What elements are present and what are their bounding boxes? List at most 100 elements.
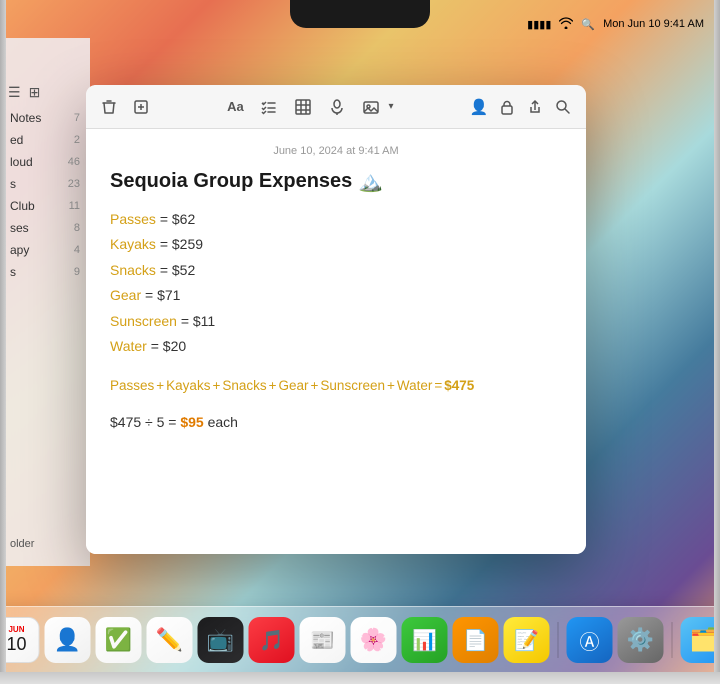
dock-app-appstore[interactable]: Ⓐ <box>567 617 613 663</box>
sidebar-grid-icon[interactable]: ⊞ <box>29 84 41 101</box>
dock-divider <box>558 622 559 658</box>
wifi-icon <box>559 17 573 32</box>
per-person-formula: $475 ÷ 5 = <box>110 414 180 430</box>
reminders-icon: ✅ <box>105 627 132 653</box>
sidebar-toggle-icon[interactable]: ☰ <box>8 84 21 101</box>
numbers-icon: 📊 <box>412 628 437 653</box>
expense-value-snacks: = $52 <box>160 262 195 278</box>
dock-app-numbers[interactable]: 📊 <box>402 617 448 663</box>
eq-gear: Gear <box>279 375 309 398</box>
expense-gear: Gear = $71 <box>110 284 562 306</box>
tv-icon: 📺 <box>207 627 234 653</box>
dock-app-news[interactable]: 📰 <box>300 617 346 663</box>
expense-snacks: Snacks = $52 <box>110 259 562 281</box>
sidebar-item-apy[interactable]: apy 4 <box>0 239 90 261</box>
eq-passes: Passes <box>110 375 154 398</box>
notes-toolbar: Aa <box>86 85 586 129</box>
search-note-button[interactable] <box>554 98 572 116</box>
dock-app-reminders[interactable]: ✅ <box>96 617 142 663</box>
expense-value-sunscreen: = $11 <box>181 313 215 329</box>
dock-app-photos[interactable]: 🌸 <box>351 617 397 663</box>
eq-snacks: Snacks <box>222 375 266 398</box>
eq-op2: + <box>212 375 220 398</box>
dock-app-contacts[interactable]: 👤 <box>45 617 91 663</box>
sidebar: ☰ ⊞ Notes 7 ed 2 loud 46 s 23 Club 11 se… <box>0 38 90 566</box>
dock-app-music[interactable]: 🎵 <box>249 617 295 663</box>
photo-button[interactable] <box>362 98 380 116</box>
lock-button[interactable] <box>498 98 516 116</box>
total-equation: Passes + Kayaks + Snacks + Gear + Sunscr… <box>110 375 562 398</box>
format-text-button[interactable]: Aa <box>226 98 244 116</box>
sidebar-item-label: ses <box>10 221 29 235</box>
music-icon: 🎵 <box>259 628 284 653</box>
table-button[interactable] <box>294 98 312 116</box>
battery-icon: ▮▮▮▮ <box>527 18 551 31</box>
sidebar-item-notes[interactable]: Notes 7 <box>0 107 90 129</box>
expense-list: Passes = $62 Kayaks = $259 Snacks = $52 … <box>110 208 562 357</box>
sidebar-item-ses[interactable]: ses 8 <box>0 217 90 239</box>
per-person-suffix: each <box>208 414 238 430</box>
sidebar-item-count: 46 <box>68 156 80 168</box>
expense-value-passes: = $62 <box>160 211 195 227</box>
sidebar-item-label: loud <box>10 155 33 169</box>
toolbar-left <box>100 98 150 116</box>
delete-note-button[interactable] <box>100 98 118 116</box>
dock-app-pages[interactable]: 📄 <box>453 617 499 663</box>
checklist-button[interactable] <box>260 98 278 116</box>
eq-kayaks: Kayaks <box>166 375 210 398</box>
notes-icon: 📝 <box>514 628 539 653</box>
sidebar-toolbar: ☰ ⊞ <box>0 78 90 107</box>
sidebar-item-label: ed <box>10 133 23 147</box>
per-person-line: $475 ÷ 5 = $95 each <box>110 414 562 430</box>
sidebar-item-count: 23 <box>68 178 80 190</box>
notes-window: Aa <box>86 85 586 554</box>
sidebar-item-ed[interactable]: ed 2 <box>0 129 90 151</box>
sidebar-item-count: 11 <box>69 200 80 212</box>
dock-app-system-preferences[interactable]: ⚙️ <box>618 617 664 663</box>
appstore-icon: Ⓐ <box>580 626 600 655</box>
eq-water: Water <box>397 375 433 398</box>
sidebar-item-label: s <box>10 177 16 191</box>
eq-op1: + <box>156 375 164 398</box>
per-person-result: $95 <box>180 414 203 430</box>
expense-water: Water = $20 <box>110 335 562 357</box>
sidebar-item-loud[interactable]: loud 46 <box>0 151 90 173</box>
photo-dropdown-icon[interactable]: ▾ <box>388 101 393 112</box>
calendar-date: 10 <box>6 635 26 655</box>
pages-icon: 📄 <box>463 628 488 653</box>
sidebar-item-count: 4 <box>74 244 80 256</box>
toolbar-right: 👤 <box>470 98 572 116</box>
news-icon: 📰 <box>310 628 335 653</box>
share-people-button[interactable]: 👤 <box>470 98 488 116</box>
expense-label-water: Water <box>110 338 147 354</box>
sidebar-item-s1[interactable]: s 23 <box>0 173 90 195</box>
title-emoji: 🏔️ <box>358 169 383 194</box>
sidebar-item-label: Club <box>10 199 35 213</box>
expense-value-kayaks: = $259 <box>160 236 203 252</box>
photos-icon: 🌸 <box>360 627 387 653</box>
sidebar-item-label: s <box>10 265 16 279</box>
sidebar-item-label: Notes <box>10 111 41 125</box>
share-button[interactable] <box>526 98 544 116</box>
note-content: June 10, 2024 at 9:41 AM Sequoia Group E… <box>86 129 586 554</box>
audio-button[interactable] <box>328 98 346 116</box>
expense-value-water: = $20 <box>151 338 186 354</box>
expense-label-snacks: Snacks <box>110 262 156 278</box>
eq-equals: = <box>434 375 442 398</box>
freeform-icon: ✏️ <box>156 627 183 653</box>
dock-app-freeform[interactable]: ✏️ <box>147 617 193 663</box>
system-prefs-icon: ⚙️ <box>627 627 654 653</box>
dock-app-notes[interactable]: 📝 <box>504 617 550 663</box>
dock-divider-2 <box>672 622 673 658</box>
sidebar-item-s2[interactable]: s 9 <box>0 261 90 283</box>
toolbar-center: Aa <box>166 98 454 116</box>
sidebar-item-count: 8 <box>74 222 80 234</box>
expense-label-passes: Passes <box>110 211 156 227</box>
sidebar-item-club[interactable]: Club 11 <box>0 195 90 217</box>
sidebar-item-count: 9 <box>74 266 80 278</box>
eq-sunscreen: Sunscreen <box>320 375 385 398</box>
expense-value-gear: = $71 <box>145 287 180 303</box>
laptop-bottom-bar <box>0 672 720 684</box>
dock-app-tv[interactable]: 📺 <box>198 617 244 663</box>
new-note-button[interactable] <box>132 98 150 116</box>
